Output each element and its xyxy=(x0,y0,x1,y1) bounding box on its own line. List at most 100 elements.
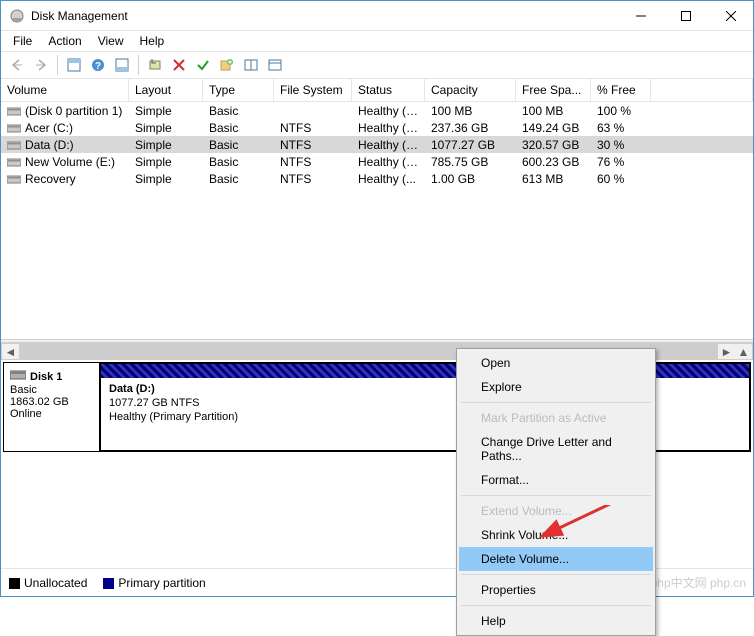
volume-icon xyxy=(7,140,21,150)
ctx-help[interactable]: Help xyxy=(459,609,653,633)
col-capacity[interactable]: Capacity xyxy=(425,79,516,101)
cell-layout: Simple xyxy=(129,137,203,153)
volume-row[interactable]: Recovery SimpleBasicNTFSHealthy (...1.00 … xyxy=(1,170,753,187)
col-extra[interactable] xyxy=(651,79,753,101)
cell-type: Basic xyxy=(203,154,274,170)
cell-pctfree: 100 % xyxy=(591,103,651,119)
ctx-change-drive-letter[interactable]: Change Drive Letter and Paths... xyxy=(459,430,653,468)
cell-pctfree: 60 % xyxy=(591,171,651,187)
ctx-delete-volume[interactable]: Delete Volume... xyxy=(459,547,653,571)
forward-button[interactable] xyxy=(30,54,52,76)
cell-layout: Simple xyxy=(129,171,203,187)
cell-status: Healthy (B... xyxy=(352,120,425,136)
cell-type: Basic xyxy=(203,171,274,187)
volume-name: New Volume (E:) xyxy=(25,155,115,169)
ctx-open[interactable]: Open xyxy=(459,351,653,375)
col-volume[interactable]: Volume xyxy=(1,79,129,101)
ctx-separator xyxy=(461,605,651,606)
maximize-button[interactable] xyxy=(663,1,708,30)
cell-pctfree: 76 % xyxy=(591,154,651,170)
layout-icon[interactable] xyxy=(240,54,262,76)
volume-name: Recovery xyxy=(25,172,76,186)
menu-action[interactable]: Action xyxy=(40,32,89,50)
checkmark-icon[interactable] xyxy=(192,54,214,76)
ctx-separator xyxy=(461,574,651,575)
cell-capacity: 1.00 GB xyxy=(425,171,516,187)
col-pctfree[interactable]: % Free xyxy=(591,79,651,101)
cell-status: Healthy (P... xyxy=(352,137,425,153)
cell-freespace: 100 MB xyxy=(516,103,591,119)
volume-icon xyxy=(7,123,21,133)
cell-capacity: 100 MB xyxy=(425,103,516,119)
swatch-primary-icon xyxy=(103,578,114,589)
cell-filesystem: NTFS xyxy=(274,171,352,187)
col-layout[interactable]: Layout xyxy=(129,79,203,101)
volume-list-header: Volume Layout Type File System Status Ca… xyxy=(1,79,753,102)
back-button[interactable] xyxy=(6,54,28,76)
titlebar: Disk Management xyxy=(1,1,753,31)
delete-icon[interactable] xyxy=(168,54,190,76)
menubar: File Action View Help xyxy=(1,31,753,51)
scroll-right-icon[interactable]: ► xyxy=(718,344,735,359)
ctx-format[interactable]: Format... xyxy=(459,468,653,492)
col-filesystem[interactable]: File System xyxy=(274,79,352,101)
disk-size: 1863.02 GB xyxy=(10,396,93,408)
volume-row[interactable]: New Volume (E:)SimpleBasicNTFSHealthy (P… xyxy=(1,153,753,170)
ctx-extend-volume[interactable]: Extend Volume... xyxy=(459,499,653,523)
cell-filesystem: NTFS xyxy=(274,120,352,136)
menu-file[interactable]: File xyxy=(5,32,40,50)
volume-row[interactable]: (Disk 0 partition 1)SimpleBasicHealthy (… xyxy=(1,102,753,119)
scroll-left-icon[interactable]: ◄ xyxy=(2,344,19,359)
volume-icon xyxy=(7,157,21,167)
ctx-explore[interactable]: Explore xyxy=(459,375,653,399)
cell-freespace: 600.23 GB xyxy=(516,154,591,170)
svg-text:?: ? xyxy=(95,61,101,72)
refresh-button[interactable] xyxy=(144,54,166,76)
menu-view[interactable]: View xyxy=(90,32,132,50)
cell-freespace: 320.57 GB xyxy=(516,137,591,153)
ctx-mark-partition-active[interactable]: Mark Partition as Active xyxy=(459,406,653,430)
window-controls xyxy=(618,1,753,30)
cell-capacity: 785.75 GB xyxy=(425,154,516,170)
volume-icon xyxy=(7,106,21,116)
toolbar-separator xyxy=(57,55,58,75)
cell-filesystem xyxy=(274,110,352,112)
watermark: php中文网 php.cn xyxy=(651,574,746,591)
menu-help[interactable]: Help xyxy=(132,32,173,50)
properties-icon[interactable] xyxy=(264,54,286,76)
disk-status: Online xyxy=(10,408,93,420)
view-top-button[interactable] xyxy=(63,54,85,76)
ctx-properties[interactable]: Properties xyxy=(459,578,653,602)
volume-name: Data (D:) xyxy=(25,138,74,152)
close-button[interactable] xyxy=(708,1,753,30)
toolbar-separator xyxy=(138,55,139,75)
disk-type: Basic xyxy=(10,384,93,396)
cell-pctfree: 30 % xyxy=(591,137,651,153)
volume-row[interactable]: Acer (C:)SimpleBasicNTFSHealthy (B...237… xyxy=(1,119,753,136)
cell-pctfree: 63 % xyxy=(591,120,651,136)
cell-freespace: 149.24 GB xyxy=(516,120,591,136)
cell-filesystem: NTFS xyxy=(274,154,352,170)
volume-icon xyxy=(7,174,21,184)
volume-list[interactable]: Volume Layout Type File System Status Ca… xyxy=(1,79,753,339)
app-icon xyxy=(9,8,25,24)
minimize-button[interactable] xyxy=(618,1,663,30)
ctx-separator xyxy=(461,402,651,403)
cell-capacity: 1077.27 GB xyxy=(425,137,516,153)
cell-status: Healthy (... xyxy=(352,171,425,187)
view-bottom-button[interactable] xyxy=(111,54,133,76)
context-menu: Open Explore Mark Partition as Active Ch… xyxy=(456,348,656,636)
cell-type: Basic xyxy=(203,137,274,153)
disk-header[interactable]: Disk 1 Basic 1863.02 GB Online xyxy=(4,363,100,451)
legend-unallocated: Unallocated xyxy=(9,576,87,590)
volume-row[interactable]: Data (D:)SimpleBasicNTFSHealthy (P...107… xyxy=(1,136,753,153)
help-button[interactable]: ? xyxy=(87,54,109,76)
ctx-shrink-volume[interactable]: Shrink Volume... xyxy=(459,523,653,547)
new-partition-icon[interactable] xyxy=(216,54,238,76)
cell-status: Healthy (P... xyxy=(352,154,425,170)
scroll-up-icon[interactable]: ▲ xyxy=(735,344,752,359)
disk-icon xyxy=(10,369,26,384)
col-status[interactable]: Status xyxy=(352,79,425,101)
col-type[interactable]: Type xyxy=(203,79,274,101)
col-freespace[interactable]: Free Spa... xyxy=(516,79,591,101)
